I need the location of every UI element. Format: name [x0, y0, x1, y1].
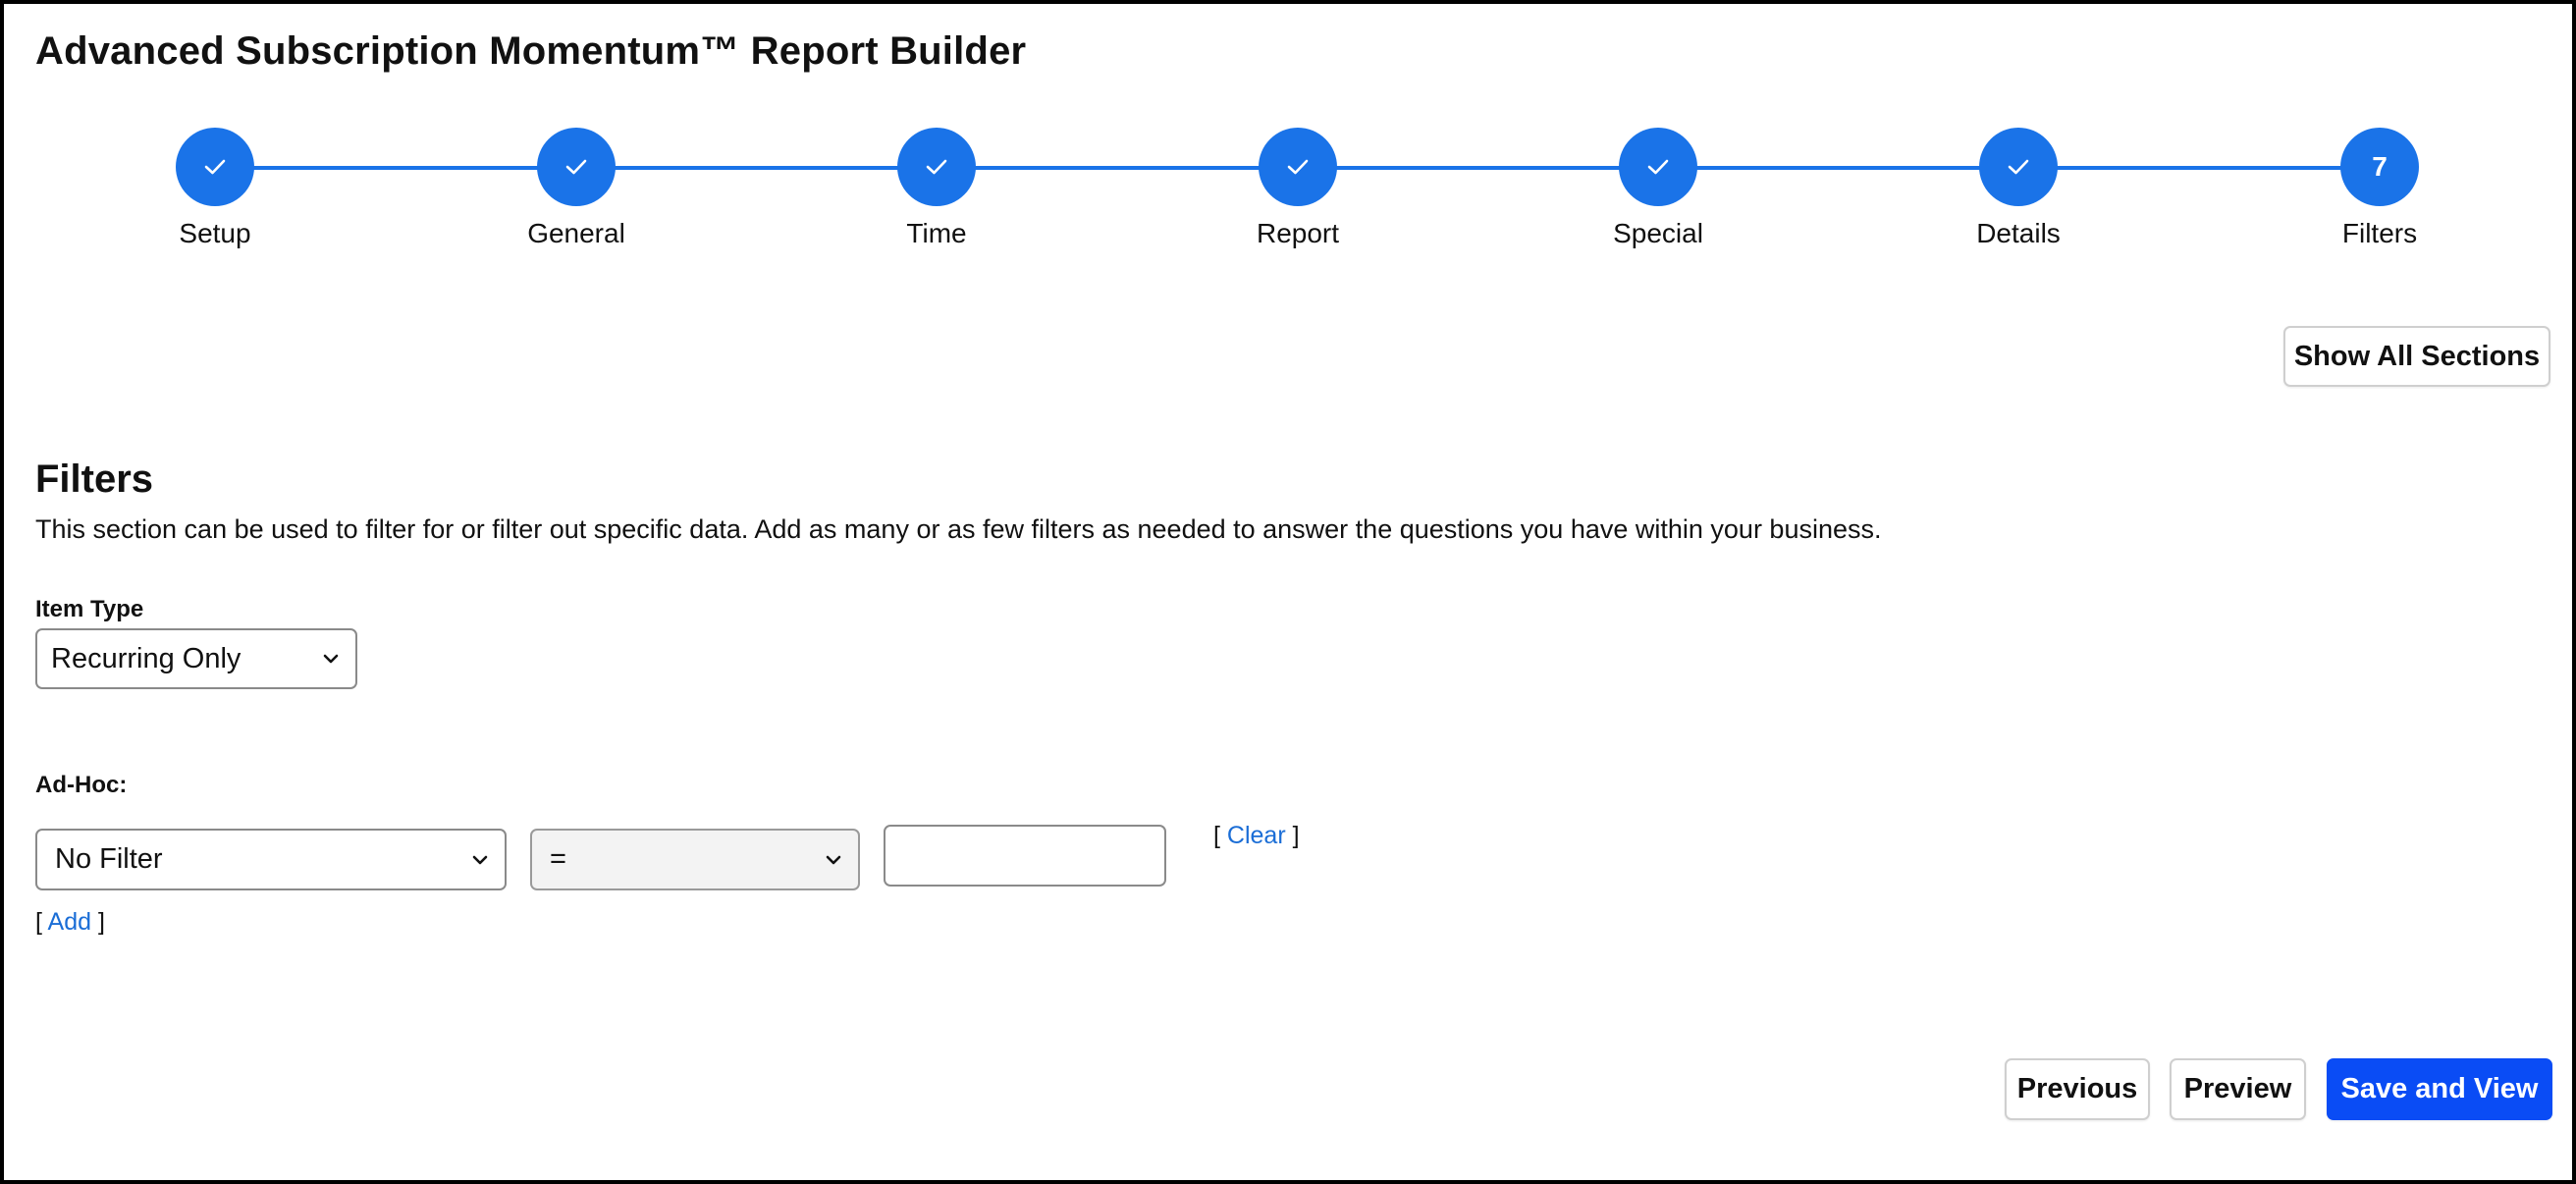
page-frame: Advanced Subscription Momentum™ Report B…	[0, 0, 2576, 1184]
step-label: Setup	[179, 218, 251, 248]
item-type-label: Item Type	[35, 596, 144, 622]
chevron-down-icon	[826, 855, 841, 864]
step-details[interactable]: Details	[1920, 128, 2117, 249]
check-icon	[537, 128, 616, 206]
adhoc-operator-select[interactable]: =	[530, 829, 860, 890]
step-label: Details	[1976, 218, 2061, 248]
step-general[interactable]: General	[478, 128, 674, 249]
adhoc-field-selected: No Filter	[55, 843, 163, 875]
step-number: 7	[2340, 128, 2419, 206]
clear-link-group: [ Clear ]	[1213, 822, 1300, 850]
check-icon	[1979, 128, 2058, 206]
check-icon	[897, 128, 976, 206]
bracket-open: [	[1213, 822, 1220, 849]
item-type-selected: Recurring Only	[51, 642, 242, 674]
check-icon	[1619, 128, 1697, 206]
step-label: Filters	[2341, 218, 2418, 248]
adhoc-value-input[interactable]	[884, 825, 1166, 887]
previous-button[interactable]: Previous	[2005, 1058, 2150, 1120]
chevron-down-icon	[472, 855, 488, 864]
bracket-close: ]	[1292, 822, 1300, 849]
section-heading: Filters	[35, 457, 154, 501]
step-time[interactable]: Time	[838, 128, 1035, 249]
add-link-group: [ Add ]	[35, 908, 105, 937]
step-special[interactable]: Special	[1560, 128, 1756, 249]
step-label: Report	[1256, 218, 1340, 248]
adhoc-field-select[interactable]: No Filter	[35, 829, 507, 890]
check-icon	[1259, 128, 1337, 206]
step-label: Time	[906, 218, 967, 248]
chevron-down-icon	[323, 654, 339, 664]
step-label: General	[527, 218, 625, 248]
step-setup[interactable]: Setup	[117, 128, 313, 249]
preview-button[interactable]: Preview	[2170, 1058, 2306, 1120]
progress-stepper: Setup General Time Report Special Detail…	[4, 4, 2576, 259]
add-filter-link[interactable]: Add	[48, 908, 91, 936]
check-icon	[176, 128, 254, 206]
bracket-open: [	[35, 908, 42, 936]
adhoc-label: Ad-Hoc:	[35, 772, 128, 798]
show-all-sections-button[interactable]: Show All Sections	[2283, 326, 2550, 387]
clear-link[interactable]: Clear	[1227, 822, 1286, 849]
step-label: Special	[1613, 218, 1703, 248]
section-description: This section can be used to filter for o…	[35, 514, 1882, 544]
step-report[interactable]: Report	[1200, 128, 1396, 249]
save-and-view-button[interactable]: Save and View	[2327, 1058, 2552, 1120]
adhoc-operator-selected: =	[550, 843, 566, 875]
item-type-select[interactable]: Recurring Only	[35, 628, 357, 689]
step-filters[interactable]: 7 Filters	[2281, 128, 2478, 249]
bracket-close: ]	[97, 908, 105, 936]
